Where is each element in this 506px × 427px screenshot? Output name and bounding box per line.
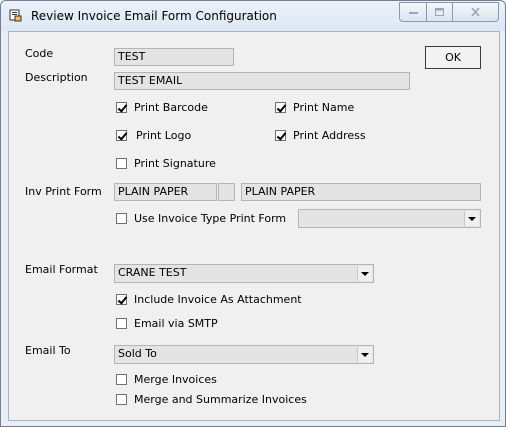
checkbox-label: Print Signature [134,157,216,170]
checkbox-label: Include Invoice As Attachment [134,293,302,306]
checkbox-box [116,158,127,169]
ok-button[interactable]: OK [425,46,481,69]
checkbox-box [116,294,127,305]
checkbox-box [116,102,127,113]
email-format-label: Email Format [25,263,98,276]
use-invoice-type-print-form-checkbox[interactable]: Use Invoice Type Print Form [116,212,286,225]
invoice-type-print-form-select[interactable] [298,209,481,228]
form-body: Code TEST OK Description TEST EMAIL Prin… [8,31,500,421]
print-barcode-checkbox[interactable]: Print Barcode [116,101,208,114]
chevron-down-icon[interactable] [357,266,372,281]
email-to-select[interactable]: Sold To [114,345,374,364]
checkbox-box [275,130,286,141]
code-label: Code [25,47,54,60]
maximize-button[interactable] [426,2,452,22]
checkbox-label: Merge and Summarize Invoices [134,393,307,406]
checkbox-box [116,130,127,141]
merge-summarize-invoices-checkbox[interactable]: Merge and Summarize Invoices [116,393,307,406]
app-icon [9,9,22,22]
email-to-label: Email To [25,344,71,357]
email-format-select[interactable]: CRANE TEST [114,264,374,283]
print-name-checkbox[interactable]: Print Name [275,101,354,114]
email-via-smtp-checkbox[interactable]: Email via SMTP [116,317,218,330]
print-address-checkbox[interactable]: Print Address [275,129,366,142]
checkbox-box [116,213,127,224]
chevron-down-icon[interactable] [357,347,372,362]
checkbox-box [116,374,127,385]
window-title: Review Invoice Email Form Configuration [31,9,277,23]
checkbox-label: Print Barcode [134,101,208,114]
checkbox-label: Print Name [293,101,355,114]
minimize-button[interactable] [399,2,426,22]
close-button[interactable] [452,2,499,22]
description-field[interactable]: TEST EMAIL [114,72,410,90]
checkbox-box [275,102,286,113]
select-value: Sold To [118,347,157,360]
title-bar[interactable]: Review Invoice Email Form Configuration [1,1,505,31]
minimize-icon [408,12,418,14]
inv-print-form-code-field[interactable]: PLAIN PAPER [114,183,217,201]
description-label: Description [25,71,88,84]
dialog-window: Review Invoice Email Form Configuration … [0,0,506,427]
inv-print-form-description-field[interactable]: PLAIN PAPER [241,183,481,201]
inv-print-form-label: Inv Print Form [25,185,102,198]
chevron-down-icon[interactable] [464,211,479,226]
checkbox-box [116,318,127,329]
select-value: CRANE TEST [118,266,187,279]
caption-buttons [399,2,499,22]
merge-invoices-checkbox[interactable]: Merge Invoices [116,373,217,386]
checkbox-label: Print Logo [136,129,192,142]
checkbox-label: Print Address [293,129,366,142]
inv-print-form-lookup-button[interactable] [218,183,235,201]
maximize-icon [435,8,444,16]
print-signature-checkbox[interactable]: Print Signature [116,157,216,170]
code-field[interactable]: TEST [114,48,234,66]
include-invoice-attachment-checkbox[interactable]: Include Invoice As Attachment [116,293,302,306]
checkbox-label: Merge Invoices [134,373,217,386]
close-icon [471,8,480,16]
checkbox-box [116,394,127,405]
checkbox-label: Use Invoice Type Print Form [134,212,287,225]
checkbox-label: Email via SMTP [134,317,218,330]
print-logo-checkbox[interactable]: Print Logo [116,129,191,142]
